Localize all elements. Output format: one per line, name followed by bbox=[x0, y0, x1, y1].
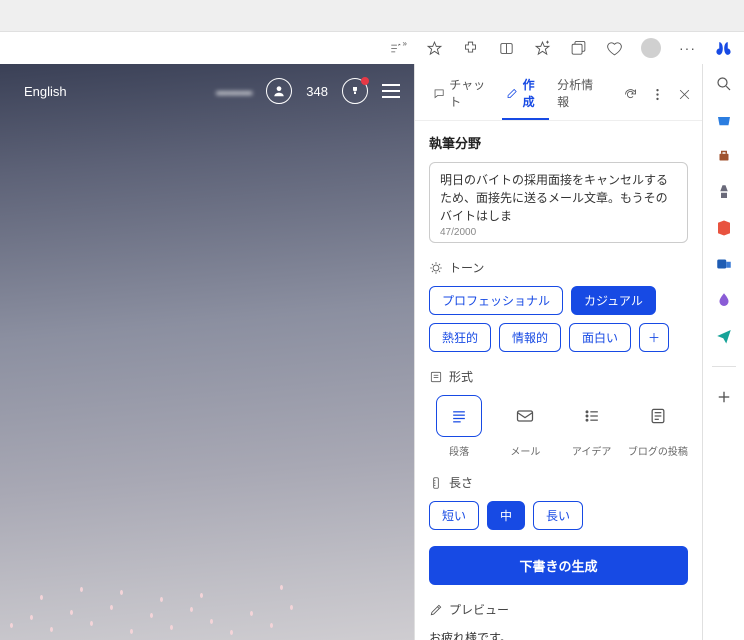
read-aloud-icon[interactable]: » bbox=[389, 39, 407, 57]
extensions-icon[interactable] bbox=[461, 39, 479, 57]
generate-draft-button[interactable]: 下書きの生成 bbox=[429, 546, 688, 585]
sidebar-drop-icon[interactable] bbox=[714, 290, 734, 310]
close-panel-icon[interactable] bbox=[677, 87, 692, 103]
length-options: 短い 中 長い bbox=[429, 501, 688, 530]
panel-more-icon[interactable] bbox=[650, 87, 665, 103]
rewards-trophy-icon[interactable] bbox=[342, 78, 368, 104]
sidebar-games-icon[interactable] bbox=[714, 182, 734, 202]
refresh-icon[interactable] bbox=[623, 87, 638, 103]
tone-funny[interactable]: 面白い bbox=[569, 323, 631, 352]
profile-avatar[interactable] bbox=[641, 38, 661, 58]
split-screen-icon[interactable] bbox=[497, 39, 515, 57]
preview-body: お疲れ様です。 明日のバイトの面接についてご連絡いたします。実は、私事で急な予定… bbox=[429, 628, 688, 640]
format-paragraph[interactable]: 段落 bbox=[429, 395, 489, 458]
tone-add[interactable]: ＋ bbox=[639, 323, 669, 352]
char-counter: 47/2000 bbox=[440, 227, 677, 238]
rewards-points[interactable]: 348 bbox=[306, 84, 328, 99]
hamburger-menu-icon[interactable] bbox=[382, 84, 400, 98]
tone-label: トーン bbox=[429, 259, 688, 276]
length-long[interactable]: 長い bbox=[533, 501, 583, 530]
tab-insights[interactable]: 分析情報 bbox=[553, 70, 606, 120]
sidebar-add-icon[interactable] bbox=[714, 387, 734, 407]
format-blog[interactable]: ブログの投稿 bbox=[628, 395, 688, 458]
tab-compose-label: 作成 bbox=[523, 76, 546, 110]
format-label: 形式 bbox=[429, 368, 688, 385]
tab-chat[interactable]: チャット bbox=[429, 70, 498, 120]
panel-tabs: チャット 作成 分析情報 bbox=[415, 64, 702, 121]
sidebar-tools-icon[interactable] bbox=[714, 146, 734, 166]
background-flamingos bbox=[0, 560, 414, 640]
copilot-icon[interactable] bbox=[714, 39, 732, 57]
format-ideas[interactable]: アイデア bbox=[562, 395, 622, 458]
copilot-panel: チャット 作成 分析情報 執筆分野 明日のバイトの採用面接をキャンセルするため、… bbox=[414, 64, 702, 640]
tab-insights-label: 分析情報 bbox=[557, 76, 602, 110]
compose-input[interactable]: 明日のバイトの採用面接をキャンセルするため、面接先に送るメール文章。もうそのバイ… bbox=[429, 162, 688, 243]
user-icon[interactable] bbox=[266, 78, 292, 104]
tab-compose[interactable]: 作成 bbox=[502, 70, 549, 120]
tone-informational[interactable]: 情報的 bbox=[499, 323, 561, 352]
edge-sidebar bbox=[702, 64, 744, 640]
sidebar-m365-icon[interactable] bbox=[714, 218, 734, 238]
language-label[interactable]: English bbox=[24, 84, 67, 99]
sidebar-outlook-icon[interactable] bbox=[714, 254, 734, 274]
browser-toolbar: » ··· bbox=[0, 32, 744, 64]
length-medium[interactable]: 中 bbox=[487, 501, 525, 530]
tone-enthusiastic[interactable]: 熱狂的 bbox=[429, 323, 491, 352]
sidebar-shopping-icon[interactable] bbox=[714, 110, 734, 130]
compose-section-title: 執筆分野 bbox=[429, 133, 688, 152]
user-name-masked: ▬▬▬ bbox=[216, 84, 252, 98]
favorite-star-icon[interactable] bbox=[425, 39, 443, 57]
favorites-icon[interactable] bbox=[533, 39, 551, 57]
length-label: 長さ bbox=[429, 474, 688, 491]
preview-line-1: お疲れ様です。 bbox=[429, 628, 688, 640]
page-background: English ▬▬▬ 348 bbox=[0, 64, 414, 640]
preview-label: プレビュー bbox=[429, 601, 688, 618]
tone-casual[interactable]: カジュアル bbox=[571, 286, 656, 315]
compose-input-text: 明日のバイトの採用面接をキャンセルするため、面接先に送るメール文章。もうそのバイ… bbox=[440, 171, 677, 225]
browser-tab-strip bbox=[0, 0, 744, 32]
sidebar-search-icon[interactable] bbox=[714, 74, 734, 94]
performance-icon[interactable] bbox=[605, 39, 623, 57]
format-email[interactable]: メール bbox=[495, 395, 555, 458]
collections-icon[interactable] bbox=[569, 39, 587, 57]
tab-chat-label: チャット bbox=[449, 76, 494, 110]
sidebar-send-icon[interactable] bbox=[714, 326, 734, 346]
tone-professional[interactable]: プロフェッショナル bbox=[429, 286, 563, 315]
length-short[interactable]: 短い bbox=[429, 501, 479, 530]
tone-chips: プロフェッショナル カジュアル 熱狂的 情報的 面白い ＋ bbox=[429, 286, 688, 352]
more-menu-icon[interactable]: ··· bbox=[679, 40, 696, 56]
format-options: 段落 メール アイデア ブログの投稿 bbox=[429, 395, 688, 458]
